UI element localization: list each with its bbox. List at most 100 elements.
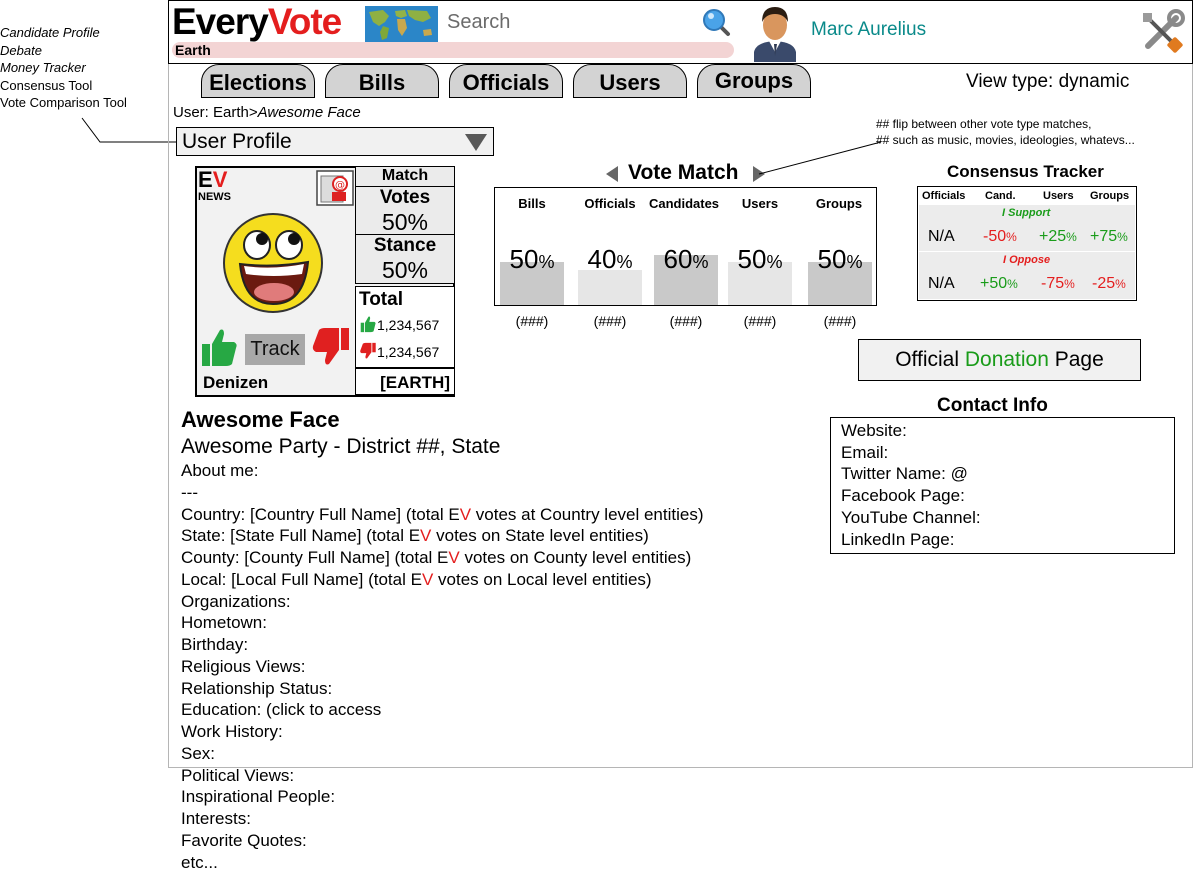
- profile-name: Awesome Face: [181, 407, 340, 432]
- profile-detail-line: Relationship Status:: [181, 678, 333, 698]
- profile-detail-line: State: [State Full Name] (total EV votes…: [181, 526, 649, 546]
- world-map-icon: [365, 6, 438, 42]
- location-bar[interactable]: [172, 42, 734, 58]
- tab-users[interactable]: Users: [573, 64, 687, 98]
- oppose-label: I Oppose: [1003, 254, 1051, 266]
- votes-value: 50%: [381, 209, 429, 235]
- profile-detail-line: Favorite Quotes:: [181, 830, 307, 850]
- username[interactable]: Marc Aurelius: [811, 19, 926, 41]
- stance-label: Stance: [373, 235, 437, 256]
- vote-match-value: 60%: [663, 244, 709, 274]
- contact-twitter: Twitter Name: @: [841, 464, 968, 483]
- contact-email: Email:: [841, 443, 889, 462]
- track-button[interactable]: Track: [245, 334, 305, 365]
- vote-match-value: 50%: [817, 244, 863, 274]
- view-type-label: View type: dynamic: [966, 71, 1130, 92]
- consensus-header-officials: Officials: [922, 190, 966, 202]
- vote-match-prev-arrow[interactable]: [606, 166, 618, 182]
- vote-match-value: 50%: [737, 244, 783, 274]
- contact-info-title: Contact Info: [937, 395, 1048, 416]
- profile-detail-line: Sex:: [181, 743, 216, 763]
- donation-page-button[interactable]: Official Donation Page: [858, 339, 1141, 381]
- message-icon[interactable]: @: [316, 170, 354, 206]
- vote-match-title: Vote Match: [628, 161, 739, 184]
- vote-match-column-label: Users: [741, 196, 779, 211]
- thumbs-up-icon: [360, 316, 376, 333]
- stance-box: Stance 50%: [355, 234, 455, 284]
- everyvote-logo[interactable]: EveryVote: [172, 2, 342, 42]
- note-pointer-line: [758, 141, 882, 175]
- tab-groups[interactable]: Groups: [697, 64, 811, 98]
- vote-match-count: (###): [593, 313, 627, 329]
- profile-detail-line: Interests:: [181, 809, 251, 828]
- profile-detail-line: County: [County Full Name] (total EV vot…: [181, 548, 692, 567]
- note-line: ## such as music, movies, ideologies, wh…: [876, 133, 1135, 147]
- profile-detail-line: About me:: [181, 461, 259, 480]
- note-line: ## flip between other vote type matches,: [876, 117, 1092, 131]
- contact-facebook: Facebook Page:: [841, 486, 965, 505]
- vote-match-column-label: Bills: [518, 196, 546, 211]
- tab-elections[interactable]: Elections: [201, 64, 315, 98]
- votes-box: Votes 50%: [355, 186, 455, 235]
- support-officials: N/A: [928, 228, 955, 245]
- vote-match-count: (###): [823, 313, 857, 329]
- thumbs-up-icon[interactable]: [200, 326, 238, 366]
- profile-detail-line: ---: [181, 482, 198, 502]
- profile-detail-line: Country: [Country Full Name] (total EV v…: [181, 504, 704, 524]
- upvote-count: 1,234,567: [359, 315, 439, 333]
- breadcrumb-current: Awesome Face: [257, 104, 361, 121]
- vote-match-column-label: Groups: [815, 196, 863, 211]
- downvote-count: 1,234,567: [359, 342, 439, 360]
- votes-label: Votes: [379, 187, 431, 208]
- vote-match-column-label: Officials: [584, 196, 636, 211]
- oppose-users: -75%: [1041, 275, 1075, 292]
- vote-match-value: 40%: [587, 244, 633, 274]
- settings-tools-icon[interactable]: [1138, 8, 1186, 56]
- profile-party: Awesome Party - District ##, State: [181, 435, 501, 458]
- consensus-header-users: Users: [1043, 190, 1074, 202]
- user-role: Denizen: [203, 373, 269, 392]
- svg-text:@: @: [335, 180, 345, 191]
- thumbs-down-icon: [360, 342, 376, 359]
- thumbs-down-icon[interactable]: [311, 326, 349, 365]
- support-label: I Support: [1002, 207, 1051, 219]
- profile-detail-line: Religious Views:: [181, 656, 306, 676]
- profile-detail-line: Inspirational People:: [181, 787, 336, 807]
- ev-news-logo: EV: [198, 167, 228, 192]
- profile-detail-line: Organizations:: [181, 591, 291, 611]
- breadcrumb-path: User: Earth>: [173, 104, 258, 121]
- profile-detail-line: Political Views:: [181, 765, 295, 785]
- avatar[interactable]: [752, 4, 798, 62]
- profile-detail-line: Work History:: [181, 722, 283, 741]
- vote-match-count: (###): [743, 313, 777, 329]
- search-icon[interactable]: [700, 6, 732, 38]
- total-label: Total: [359, 289, 403, 310]
- vote-match-count: (###): [669, 313, 703, 329]
- profile-detail-line: Hometown:: [181, 613, 267, 633]
- stance-value: 50%: [381, 257, 429, 283]
- news-label: NEWS: [198, 191, 231, 203]
- vote-match-column-label: Candidates: [648, 196, 720, 211]
- match-label: Match: [381, 167, 429, 184]
- profile-type-dropdown[interactable]: User Profile: [176, 127, 494, 156]
- profile-detail-line[interactable]: Education: (click to access: [181, 700, 381, 720]
- oppose-cand: +50%: [980, 275, 1018, 292]
- breadcrumb: User: Earth>Awesome Face: [173, 104, 361, 121]
- annotation-note: ## flip between other vote type matches,…: [876, 116, 1135, 148]
- chevron-down-icon: [465, 134, 487, 151]
- support-groups: +75%: [1090, 228, 1128, 245]
- consensus-header-cand: Cand.: [985, 190, 1016, 202]
- search-input[interactable]: Search: [447, 11, 510, 34]
- contact-linkedin: LinkedIn Page:: [841, 530, 955, 549]
- region-tag: [EARTH]: [355, 368, 455, 395]
- contact-youtube: YouTube Channel:: [841, 508, 981, 527]
- total-box: Total 1,234,567 1,234,567: [355, 286, 455, 368]
- oppose-officials: N/A: [928, 275, 955, 292]
- tab-bills[interactable]: Bills: [325, 64, 439, 98]
- profile-detail-line: Birthday:: [181, 635, 249, 654]
- vote-match-value: 50%: [509, 244, 555, 274]
- awesome-face-avatar: [222, 212, 324, 314]
- profile-detail-line: etc...: [181, 852, 218, 872]
- tab-officials[interactable]: Officials: [449, 64, 563, 98]
- contact-website: Website:: [841, 421, 907, 440]
